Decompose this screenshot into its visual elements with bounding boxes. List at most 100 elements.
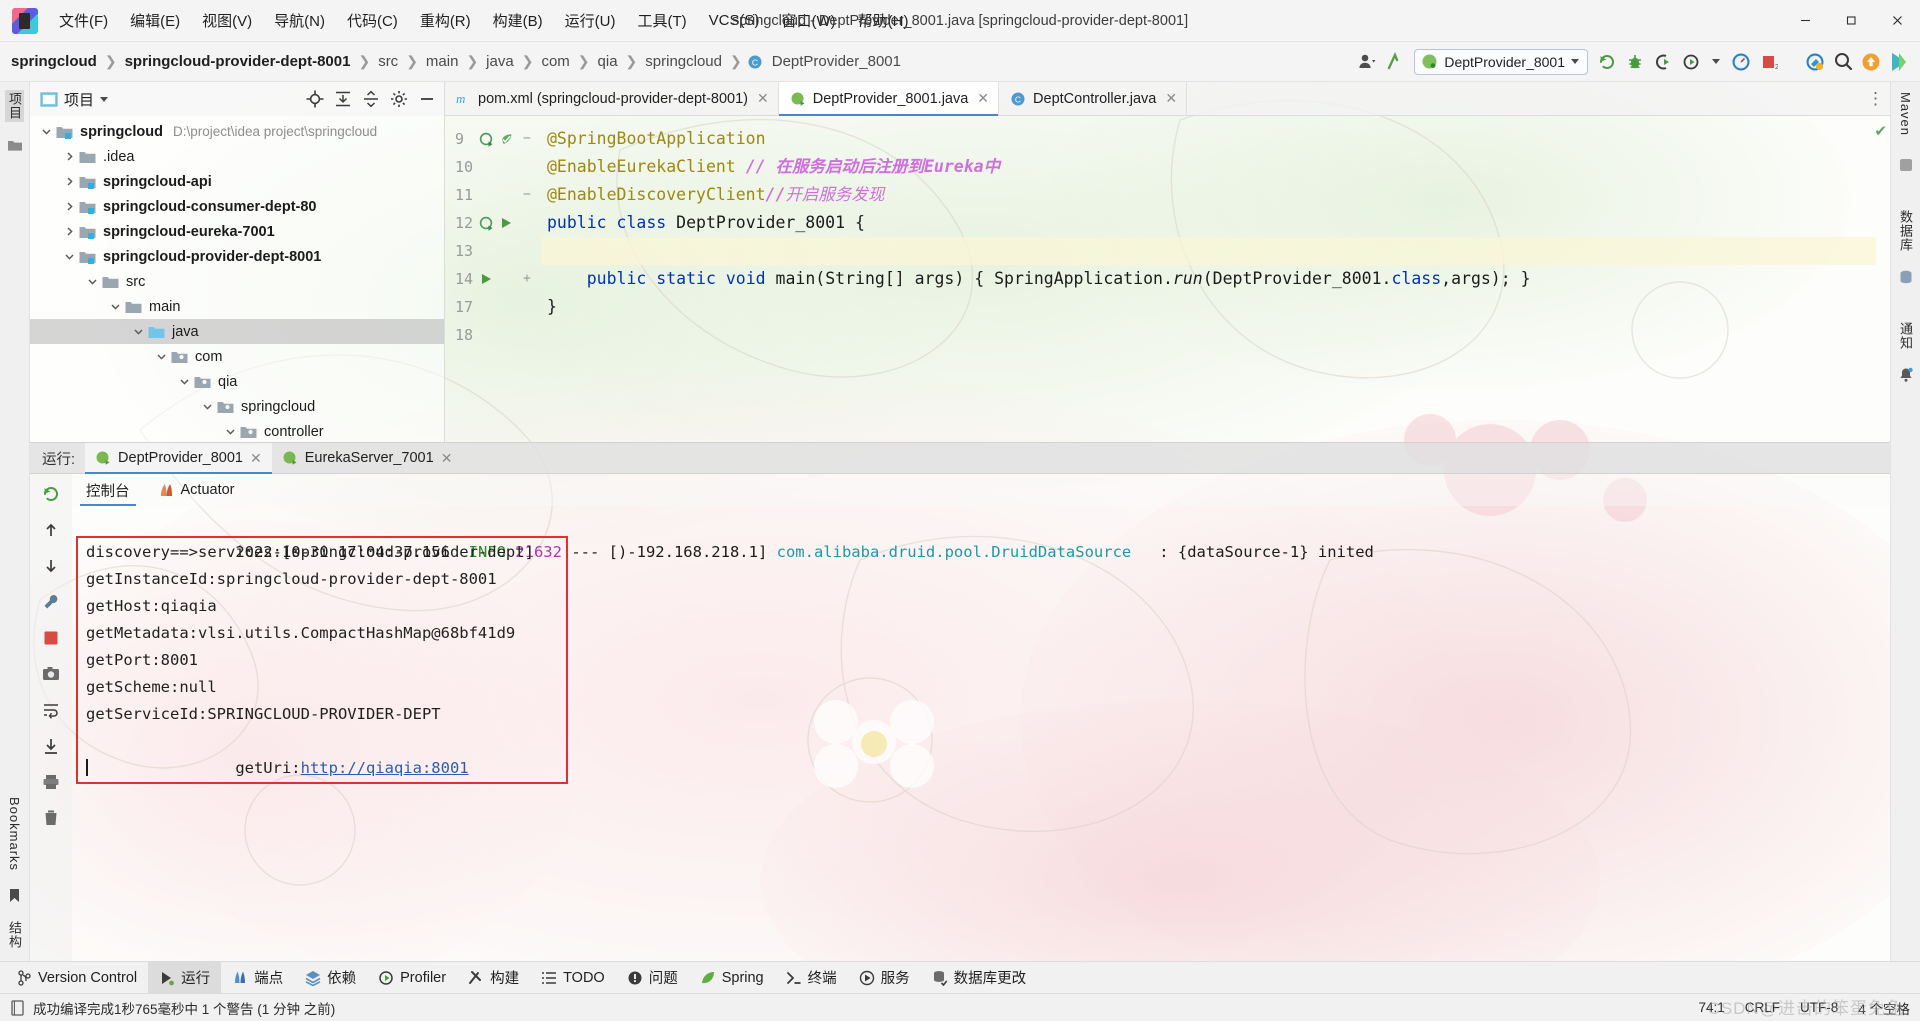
maven-icon[interactable] bbox=[1897, 156, 1915, 174]
tree-node-springcloud[interactable]: springcloud D:\project\idea project\sprin… bbox=[30, 119, 444, 144]
menu-code[interactable]: 代码(C) bbox=[336, 6, 409, 35]
tree-node-springcloud-eureka-7001[interactable]: springcloud-eureka-7001 bbox=[30, 219, 444, 244]
breadcrumb-module[interactable]: springcloud-provider-dept-8001 bbox=[122, 51, 354, 72]
database-icon[interactable] bbox=[1897, 268, 1915, 286]
tree-node-controller[interactable]: controller bbox=[30, 419, 444, 442]
bookmark-icon[interactable] bbox=[6, 887, 24, 905]
run-green-icon[interactable] bbox=[499, 209, 513, 237]
code-fold-toggle[interactable]: − bbox=[523, 181, 531, 209]
tool-window-button-version-control[interactable]: Version Control bbox=[6, 962, 148, 993]
update-project-icon[interactable] bbox=[1858, 49, 1884, 75]
favorites-folder-icon[interactable] bbox=[6, 136, 24, 154]
gutter-line[interactable]: 9− bbox=[445, 125, 541, 153]
scroll-to-end-icon[interactable] bbox=[39, 734, 63, 758]
stop-icon[interactable]: 2 bbox=[1756, 49, 1782, 75]
gutter-line[interactable]: 13 bbox=[445, 237, 541, 265]
tree-node--idea[interactable]: .idea bbox=[30, 144, 444, 169]
indent-setting[interactable]: 4 个空格 bbox=[1858, 998, 1910, 1018]
run-tab-deptprovider[interactable]: DeptProvider_8001 ✕ bbox=[85, 443, 272, 474]
user-avatar-icon[interactable] bbox=[1354, 49, 1380, 75]
code-line[interactable] bbox=[541, 321, 1876, 349]
breadcrumb-qia[interactable]: qia bbox=[595, 51, 621, 72]
run-tab-eurekaserver[interactable]: EurekaServer_7001 ✕ bbox=[272, 443, 463, 473]
minimize-button[interactable] bbox=[1782, 0, 1828, 41]
gutter-line[interactable]: 18 bbox=[445, 321, 541, 349]
rail-project-label[interactable]: 项目 bbox=[5, 90, 24, 122]
chevron-down-icon[interactable] bbox=[107, 299, 123, 315]
code-line[interactable]: @SpringBootApplication bbox=[541, 125, 1876, 153]
stop-red-icon[interactable] bbox=[39, 626, 63, 650]
debug-bug-icon[interactable] bbox=[1622, 49, 1648, 75]
run-with-coverage-icon[interactable] bbox=[1650, 49, 1676, 75]
tree-node-springcloud-provider-dept-8001[interactable]: springcloud-provider-dept-8001 bbox=[30, 244, 444, 269]
expand-all-icon[interactable] bbox=[332, 88, 354, 110]
inspection-check-icon[interactable] bbox=[499, 125, 514, 153]
maximize-button[interactable] bbox=[1828, 0, 1874, 41]
chevron-down-icon[interactable] bbox=[84, 274, 100, 290]
dashboard-icon[interactable] bbox=[1728, 49, 1754, 75]
close-icon[interactable]: ✕ bbox=[1165, 90, 1177, 107]
gutter-line[interactable]: 14 + bbox=[445, 265, 541, 293]
breadcrumb-springcloud[interactable]: springcloud bbox=[8, 51, 100, 72]
code-line[interactable]: @EnableEurekaClient // 在服务启动后注册到Eureka中 bbox=[541, 153, 1876, 181]
console-output[interactable]: 2022-10-30 17:04:37.156 INFO 21632 --- [… bbox=[72, 506, 1890, 961]
code-line[interactable]: } bbox=[541, 293, 1876, 321]
chevron-right-icon[interactable] bbox=[61, 199, 77, 215]
chevron-down-icon[interactable] bbox=[222, 424, 238, 440]
tool-window-button-spring[interactable]: Spring bbox=[689, 962, 775, 993]
chevron-down-icon[interactable] bbox=[176, 374, 192, 390]
gutter-line[interactable]: 12 bbox=[445, 209, 541, 237]
close-button[interactable] bbox=[1874, 0, 1920, 41]
rail-maven-label[interactable]: Maven bbox=[1898, 90, 1913, 138]
breadcrumb-java[interactable]: java bbox=[483, 51, 517, 72]
scroll-up-icon[interactable] bbox=[39, 518, 63, 542]
scroll-down-icon[interactable] bbox=[39, 554, 63, 578]
code-line[interactable]: public class DeptProvider_8001 { bbox=[541, 209, 1876, 237]
gutter-line[interactable]: 10 bbox=[445, 153, 541, 181]
close-icon[interactable]: ✕ bbox=[977, 90, 989, 107]
editor-tab-pom[interactable]: m pom.xml (springcloud-provider-dept-800… bbox=[445, 82, 779, 115]
menu-build[interactable]: 构建(B) bbox=[482, 6, 554, 35]
console-tab-actuator[interactable]: Actuator bbox=[144, 474, 249, 506]
camera-icon[interactable] bbox=[39, 662, 63, 686]
rail-database-label[interactable]: 数据库 bbox=[1896, 208, 1915, 254]
menu-navigate[interactable]: 导航(N) bbox=[263, 6, 336, 35]
gutter-line[interactable]: 17 bbox=[445, 293, 541, 321]
editor-tab-deptcontroller[interactable]: C DeptController.java ✕ bbox=[999, 82, 1188, 115]
chevron-down-icon[interactable] bbox=[1712, 59, 1720, 64]
tool-window-button--[interactable]: 服务 bbox=[848, 962, 921, 993]
spring-bean-icon[interactable] bbox=[479, 125, 494, 153]
chevron-down-icon[interactable] bbox=[100, 96, 109, 102]
code-line[interactable]: public static void main(String[] args) {… bbox=[541, 265, 1876, 293]
code-fold-toggle[interactable]: + bbox=[523, 265, 531, 293]
hammer-icon[interactable] bbox=[1802, 49, 1828, 75]
collapse-all-icon[interactable] bbox=[360, 88, 382, 110]
tool-window-button--[interactable]: 构建 bbox=[457, 962, 530, 993]
profiler-icon[interactable] bbox=[1678, 49, 1704, 75]
run-green-icon[interactable] bbox=[479, 265, 493, 293]
soft-wrap-icon[interactable] bbox=[39, 698, 63, 722]
menu-view[interactable]: 视图(V) bbox=[191, 6, 263, 35]
chevron-down-icon[interactable] bbox=[130, 324, 146, 340]
tool-window-button--[interactable]: 依赖 bbox=[294, 962, 367, 993]
wrench-icon[interactable] bbox=[39, 590, 63, 614]
tool-window-button-todo[interactable]: TODO bbox=[530, 962, 616, 993]
menu-run[interactable]: 运行(U) bbox=[554, 6, 627, 35]
print-icon[interactable] bbox=[39, 770, 63, 794]
menu-vcs[interactable]: VCS(S) bbox=[698, 8, 771, 33]
breadcrumb-main[interactable]: main bbox=[423, 51, 462, 72]
chevron-right-icon[interactable] bbox=[61, 174, 77, 190]
menu-window[interactable]: 窗口(W) bbox=[770, 6, 846, 35]
code-fold-toggle[interactable]: − bbox=[523, 125, 531, 153]
chevron-right-icon[interactable] bbox=[61, 224, 77, 240]
line-separator[interactable]: CRLF bbox=[1745, 1000, 1780, 1015]
tree-node-qia[interactable]: qia bbox=[30, 369, 444, 394]
trash-icon[interactable] bbox=[39, 806, 63, 830]
chevron-down-icon[interactable] bbox=[61, 249, 77, 265]
menu-refactor[interactable]: 重构(R) bbox=[409, 6, 482, 35]
chevron-down-icon[interactable] bbox=[38, 124, 54, 140]
menu-file[interactable]: 文件(F) bbox=[48, 6, 119, 35]
code-line[interactable]: @EnableDiscoveryClient//开启服务发现 bbox=[541, 181, 1876, 209]
breadcrumb-package-springcloud[interactable]: springcloud bbox=[642, 51, 725, 72]
tree-node-springcloud-api[interactable]: springcloud-api bbox=[30, 169, 444, 194]
